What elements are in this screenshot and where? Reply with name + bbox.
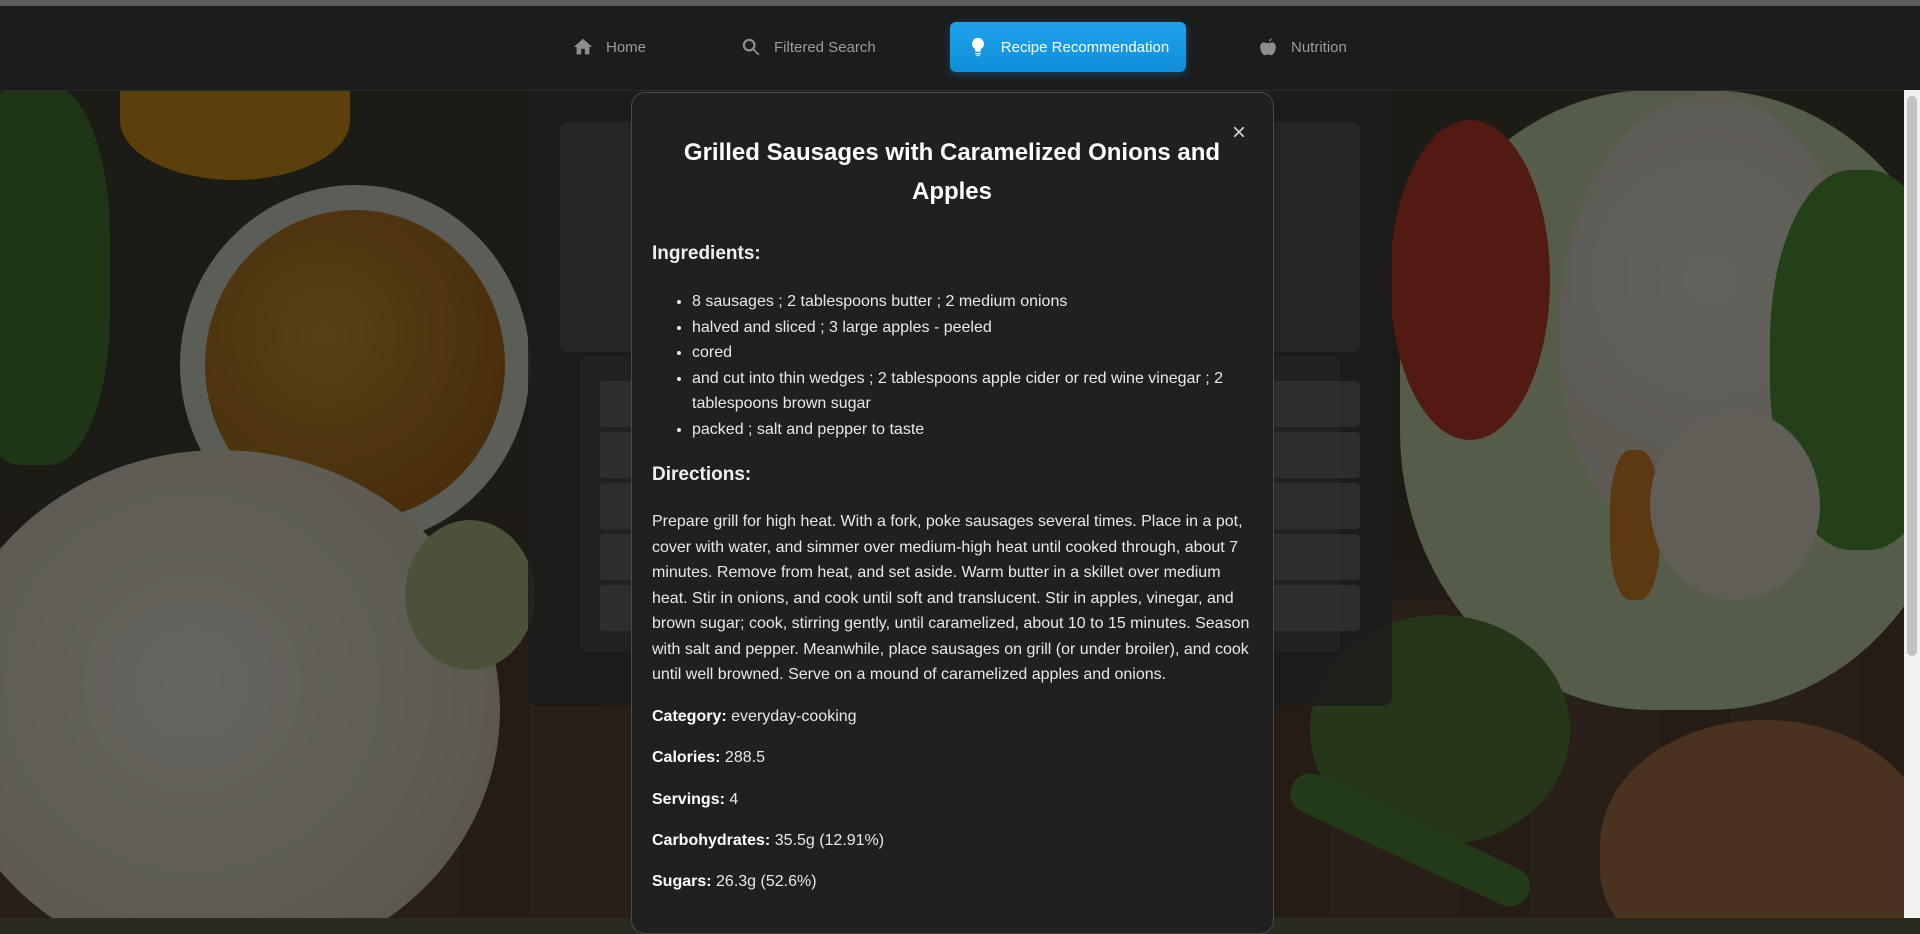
recipe-modal: × Grilled Sausages with Caramelized Onio… (631, 92, 1274, 934)
nav-item-home[interactable]: Home (572, 22, 646, 72)
list-item: packed ; salt and pepper to taste (692, 417, 1282, 443)
directions-text: Prepare grill for high heat. With a fork… (652, 513, 1250, 683)
stat-value: everyday-cooking (731, 708, 857, 725)
stat-value: 35.5g (12.91%) (774, 832, 885, 849)
stat-sugars: Sugars: 26.3g (52.6%) (652, 873, 817, 891)
stat-value: 288.5 (724, 749, 765, 766)
nav-item-recipe-recommendation[interactable]: Recipe Recommendation (950, 22, 1186, 72)
ingredients-list: 8 sausages ; 2 tablespoons butter ; 2 me… (652, 289, 1282, 442)
nav-item-label: Filtered Search (774, 38, 876, 56)
nav-item-label: Recipe Recommendation (1000, 38, 1170, 56)
home-icon (573, 38, 593, 55)
stat-label: Servings: (652, 791, 725, 808)
navbar: Home Filtered Search Recipe Recommendati… (0, 6, 1920, 91)
nav-item-label: Nutrition (1291, 38, 1347, 56)
list-item: 8 sausages ; 2 tablespoons butter ; 2 me… (692, 289, 1282, 315)
apple-icon (1260, 38, 1276, 56)
list-item: cored (692, 340, 1282, 366)
stat-label: Sugars: (652, 873, 712, 890)
nav-item-label: Home (606, 38, 647, 56)
search-icon (742, 38, 760, 56)
nav-item-nutrition[interactable]: Nutrition (1257, 22, 1347, 72)
directions-heading: Directions: (652, 464, 752, 485)
stat-category: Category: everyday-cooking (652, 708, 857, 726)
lightbulb-icon (971, 37, 984, 57)
stat-carbohydrates: Carbohydrates: 35.5g (12.91%) (652, 832, 884, 850)
stat-label: Category: (652, 708, 727, 725)
scrollbar-thumb[interactable] (1907, 96, 1917, 656)
stat-label: Calories: (652, 749, 721, 766)
stat-calories: Calories: 288.5 (652, 749, 765, 767)
ingredients-heading: Ingredients: (652, 243, 761, 264)
stat-value: 26.3g (52.6%) (716, 873, 817, 890)
recipe-title: Grilled Sausages with Caramelized Onions… (683, 139, 1221, 205)
list-item: and cut into thin wedges ; 2 tablespoons… (692, 366, 1282, 417)
stat-value: 4 (729, 791, 739, 808)
list-item: halved and sliced ; 3 large apples - pee… (692, 315, 1282, 341)
stat-servings: Servings: 4 (652, 791, 738, 809)
nav-item-filtered-search[interactable]: Filtered Search (740, 22, 876, 72)
stat-label: Carbohydrates: (652, 832, 771, 849)
